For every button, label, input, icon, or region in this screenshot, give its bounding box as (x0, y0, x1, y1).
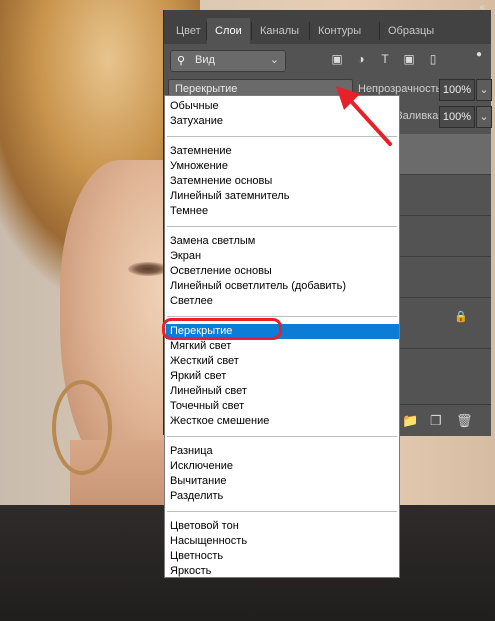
adjustment-filter-icon[interactable]: ◑ (354, 52, 368, 66)
shape-filter-icon[interactable]: ▣ (402, 52, 416, 66)
opacity-input[interactable]: 100% (439, 79, 475, 101)
tab-layers[interactable]: Слои (207, 18, 250, 44)
blend-mode-value: Перекрытие (175, 83, 238, 95)
fill-label: Заливка: (396, 110, 442, 122)
search-icon: ⚲ (177, 55, 186, 67)
layer-row[interactable] (394, 298, 491, 349)
blend-mode-option[interactable]: Разделить (166, 489, 399, 504)
blend-mode-option[interactable]: Линейный свет (166, 384, 399, 399)
blend-mode-option[interactable]: Затемнение основы (166, 174, 399, 189)
blend-mode-option[interactable]: Насыщенность (166, 534, 399, 549)
blend-mode-option[interactable]: Мягкий свет (166, 339, 399, 354)
new-layer-icon[interactable]: ❐ (430, 413, 442, 429)
smart-object-filter-icon[interactable]: ▯ (426, 52, 440, 66)
tab-color[interactable]: Цвет (168, 18, 209, 44)
layer-filter-select[interactable]: ⚲ Вид ⌄ (170, 50, 286, 72)
annotation-arrow (336, 86, 392, 146)
folder-icon[interactable]: 📁 (402, 413, 418, 429)
blend-mode-option[interactable]: Светлее (166, 294, 399, 309)
blend-mode-option[interactable]: Линейный затемнитель (166, 189, 399, 204)
collapse-button[interactable]: « (479, 2, 485, 13)
blend-mode-option[interactable]: Осветление основы (166, 264, 399, 279)
blend-mode-option[interactable]: Яркий свет (166, 369, 399, 384)
option-separator (167, 511, 397, 512)
layer-row[interactable] (394, 216, 491, 257)
blend-mode-option[interactable]: Жесткое смешение (166, 414, 399, 429)
layer-row[interactable] (394, 175, 491, 216)
fill-dropdown-button[interactable]: ⌄ (476, 106, 492, 128)
opacity-dropdown-button[interactable]: ⌄ (476, 79, 492, 101)
option-separator (167, 226, 397, 227)
blend-mode-option[interactable]: Цветность (166, 549, 399, 564)
image-filter-icon[interactable]: ▣ (330, 52, 344, 66)
blend-mode-option[interactable]: Темнее (166, 204, 399, 219)
blend-mode-option[interactable]: Экран (166, 249, 399, 264)
option-separator (167, 436, 397, 437)
blend-mode-option[interactable]: Точечный свет (166, 399, 399, 414)
fill-input[interactable]: 100% (439, 106, 475, 128)
option-separator (167, 316, 397, 317)
tab-swatches[interactable]: Образцы (380, 18, 442, 44)
trash-icon[interactable]: 🗑 (456, 413, 473, 429)
layer-row[interactable] (394, 134, 491, 175)
filter-toggle-icon[interactable]: ● (472, 48, 486, 62)
blend-mode-option[interactable]: Разница (166, 444, 399, 459)
tab-paths[interactable]: Контуры (310, 18, 369, 44)
layer-row[interactable] (394, 257, 491, 298)
text-filter-icon[interactable]: T (378, 52, 392, 66)
highlight-ring (162, 318, 282, 340)
blend-mode-option[interactable]: Замена светлым (166, 234, 399, 249)
filter-label: Вид (195, 54, 215, 66)
panel-tabs: « Цвет Слои Каналы Контуры Образцы (164, 2, 491, 44)
tab-channels[interactable]: Каналы (252, 18, 307, 44)
blend-mode-option[interactable]: Исключение (166, 459, 399, 474)
lock-icon: 🔒 (454, 311, 468, 323)
blend-mode-option[interactable]: Цветовой тон (166, 519, 399, 534)
blend-mode-option[interactable]: Вычитание (166, 474, 399, 489)
blend-mode-option[interactable]: Линейный осветлитель (добавить) (166, 279, 399, 294)
blend-mode-option[interactable]: Умножение (166, 159, 399, 174)
blend-mode-option[interactable]: Жесткий свет (166, 354, 399, 369)
eye-shape (128, 262, 168, 276)
chevron-down-icon: ⌄ (269, 54, 279, 66)
blend-mode-option[interactable]: Яркость (166, 564, 399, 579)
earring-shape (52, 380, 112, 475)
